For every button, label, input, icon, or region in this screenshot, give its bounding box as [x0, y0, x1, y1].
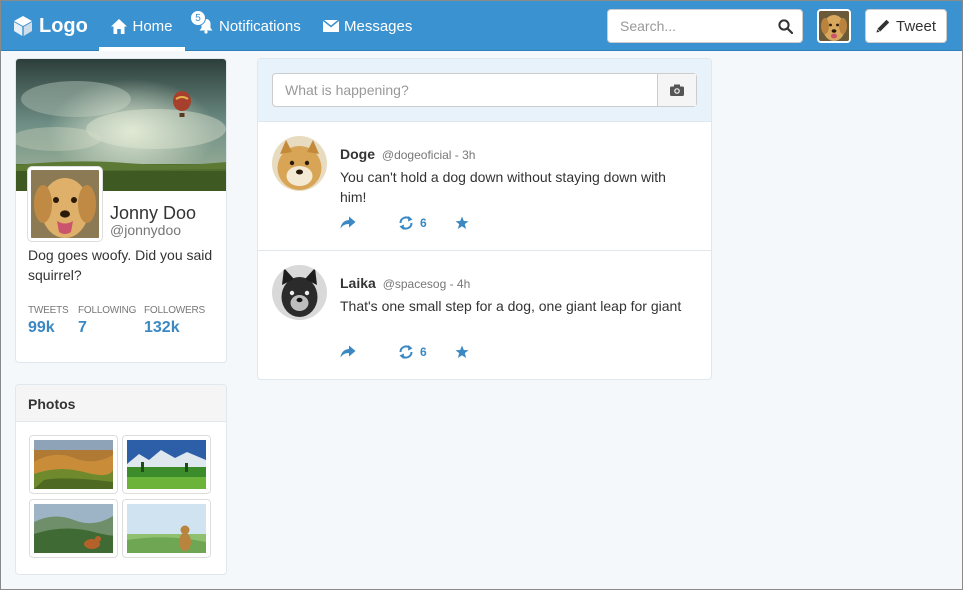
tweet-meta: @spacesog - 4h: [382, 277, 471, 291]
stat-value: 132k: [144, 319, 180, 336]
photo-thumbnail-4[interactable]: [122, 499, 211, 558]
tweet-text: That's one small step for a dog, one gia…: [340, 298, 682, 314]
valley-fox-photo: [34, 504, 113, 553]
favorite-button[interactable]: [455, 345, 469, 359]
star-icon: [455, 216, 469, 229]
stat-label: FOLLOWING: [78, 305, 137, 316]
retweet-button[interactable]: 6: [398, 345, 427, 359]
tweet-avatar[interactable]: [272, 136, 327, 191]
autumn-hills-photo: [34, 440, 113, 489]
profile-card: Jonny Doo @jonnydoo Dog goes woofy. Did …: [15, 58, 227, 363]
photos-title: Photos: [16, 385, 226, 422]
mountain-meadow-photo: [127, 440, 206, 489]
dog-field-photo: [127, 504, 206, 553]
doge-avatar-image: [272, 136, 327, 191]
tweet-text: You can't hold a dog down without stayin…: [340, 169, 666, 205]
stat-tweets[interactable]: TWEETS 99k: [28, 305, 69, 337]
cube-icon: [14, 16, 32, 36]
golden-retriever-avatar-image: [819, 11, 849, 41]
nav-home-label: Home: [132, 17, 173, 35]
tweet-item: Doge @dogeoficial - 3h You can't hold a …: [258, 122, 711, 251]
tweet-author-name[interactable]: Doge: [340, 146, 375, 162]
retweet-icon: [399, 216, 413, 230]
stat-following[interactable]: FOLLOWING 7: [78, 305, 136, 337]
tweet-button[interactable]: Tweet: [865, 9, 947, 43]
user-avatar[interactable]: [817, 9, 851, 43]
retweet-count: 6: [420, 345, 427, 359]
photo-thumbnail-3[interactable]: [29, 499, 118, 558]
compose-input[interactable]: [273, 74, 653, 106]
tweet-meta: @dogeoficial - 3h: [381, 148, 476, 162]
brand-label: Logo: [39, 14, 88, 37]
reply-button[interactable]: [340, 216, 356, 229]
share-arrow-icon: [340, 345, 356, 358]
brand-logo[interactable]: Logo: [13, 13, 88, 39]
nav-home[interactable]: Home: [99, 1, 185, 51]
home-icon: [111, 18, 128, 34]
stat-value: 7: [78, 319, 87, 336]
retweet-count: 6: [420, 216, 427, 230]
tweet-item: Laika @spacesog - 4h That's one small st…: [258, 251, 711, 379]
tweet-feed: Doge @dogeoficial - 3h You can't hold a …: [257, 58, 712, 380]
stat-label: TWEETS: [28, 305, 69, 316]
compose-area: [258, 59, 711, 122]
profile-avatar[interactable]: [28, 167, 102, 241]
search-input[interactable]: [608, 10, 768, 42]
stat-label: FOLLOWERS: [144, 305, 205, 316]
camera-icon: [670, 84, 684, 96]
photos-card: Photos: [15, 384, 227, 575]
top-navbar: Logo Home 5 Notifications Messages Searc…: [1, 1, 962, 51]
golden-retriever-profile-image: [31, 170, 99, 238]
reply-button[interactable]: [340, 345, 356, 358]
laika-avatar-image: [272, 265, 327, 320]
favorite-button[interactable]: [455, 216, 469, 230]
nav-messages[interactable]: Messages: [323, 1, 412, 51]
retweet-icon: [399, 345, 413, 359]
camera-button[interactable]: [657, 74, 696, 106]
share-arrow-icon: [340, 216, 356, 229]
tweet-header: Laika @spacesog - 4h: [340, 275, 470, 291]
photo-thumbnail-1[interactable]: [29, 435, 118, 494]
retweet-button[interactable]: 6: [398, 216, 427, 230]
profile-bio: Dog goes woofy. Did you said squirrel?: [28, 247, 213, 283]
search-icon[interactable]: [778, 19, 793, 34]
profile-handle[interactable]: @jonnydoo: [110, 222, 181, 238]
notification-badge: 5: [190, 10, 206, 26]
search-box[interactable]: [607, 9, 803, 43]
profile-name[interactable]: Jonny Doo: [110, 203, 196, 224]
photo-thumbnail-2[interactable]: [122, 435, 211, 494]
pencil-icon: [876, 19, 890, 33]
tweet-header: Doge @dogeoficial - 3h: [340, 146, 475, 162]
star-icon: [455, 345, 469, 358]
nav-notifications[interactable]: 5 Notifications: [190, 1, 301, 51]
nav-notifications-label: Notifications: [219, 17, 301, 35]
stat-followers[interactable]: FOLLOWERS 132k: [144, 305, 205, 337]
envelope-icon: [323, 20, 339, 32]
tweet-button-label: Tweet: [895, 17, 937, 35]
compose-box[interactable]: [272, 73, 697, 107]
stat-value: 99k: [28, 319, 55, 336]
tweet-avatar[interactable]: [272, 265, 327, 320]
tweet-author-name[interactable]: Laika: [340, 275, 376, 291]
nav-messages-label: Messages: [344, 17, 413, 35]
